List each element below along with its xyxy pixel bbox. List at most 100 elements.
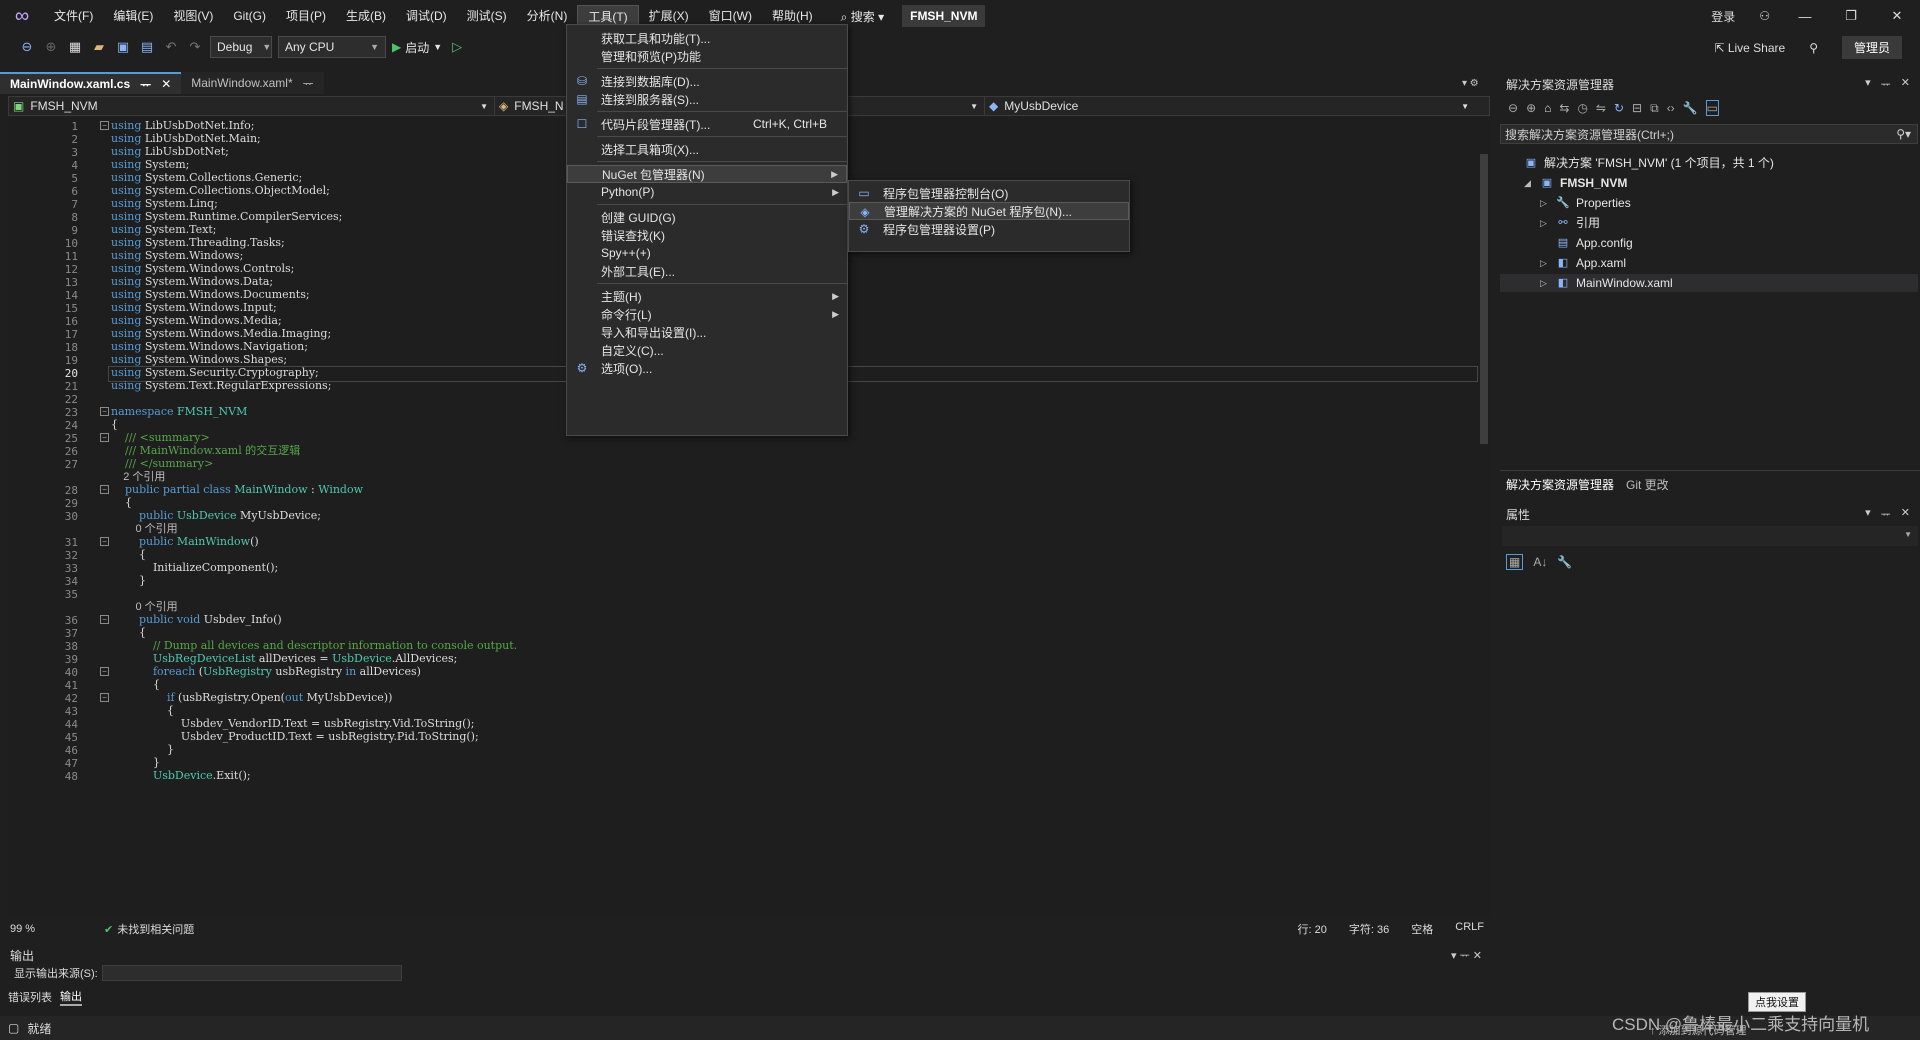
line-ending[interactable]: CRLF xyxy=(1455,921,1484,937)
maximize-button[interactable]: ❐ xyxy=(1828,8,1874,24)
fold-toggle-icon[interactable]: − xyxy=(100,537,109,546)
zoom-level[interactable]: 99 % xyxy=(8,923,64,935)
editor-vertical-scrollbar[interactable] xyxy=(1478,118,1490,918)
pin-icon[interactable]: ᅲ xyxy=(303,75,314,92)
menu-item[interactable]: 调试(D) xyxy=(396,5,457,27)
show-all-files-icon[interactable]: ⧉ xyxy=(1650,101,1659,116)
tree-node[interactable]: ▤ App.config xyxy=(1500,234,1633,252)
expand-arrow-icon[interactable]: ◢ xyxy=(1524,174,1534,192)
menu-item[interactable]: 命令行(L) ▶ xyxy=(567,305,847,323)
fold-toggle-icon[interactable]: − xyxy=(100,615,109,624)
fold-toggle-icon[interactable]: − xyxy=(100,693,109,702)
switch-views-icon[interactable]: ⇆ xyxy=(1559,101,1569,115)
fold-toggle-icon[interactable]: − xyxy=(100,433,109,442)
forward-icon[interactable]: ⊕ xyxy=(42,38,60,56)
solution-search-input[interactable]: 搜索解决方案资源管理器(Ctrl+;) ⚲▾ xyxy=(1500,124,1918,144)
expand-arrow-icon[interactable]: ▷ xyxy=(1540,274,1550,292)
configuration-select[interactable]: Debug ▼ xyxy=(210,36,272,58)
menu-item[interactable]: 生成(B) xyxy=(336,5,396,27)
menu-item[interactable]: Spy++(+) xyxy=(567,244,847,262)
close-icon[interactable]: ✕ xyxy=(1901,76,1910,92)
project-dropdown[interactable]: ▣ FMSH_NVM ▼ xyxy=(9,97,495,115)
menu-item[interactable]: ▭ 程序包管理器控制台(O) xyxy=(849,184,1129,202)
tree-node[interactable]: ▷ ⚯ 引用 xyxy=(1500,214,1600,232)
properties-object-select[interactable]: ▼ xyxy=(1502,526,1918,546)
close-icon[interactable]: ✕ xyxy=(1901,506,1910,522)
collapse-all-icon[interactable]: ⊟ xyxy=(1632,101,1642,115)
menu-item[interactable]: 错误查找(K) xyxy=(567,226,847,244)
new-project-icon[interactable]: ▦ xyxy=(66,38,84,56)
menu-item[interactable]: 获取工具和功能(T)... xyxy=(567,29,847,47)
pending-changes-icon[interactable]: ◷ xyxy=(1577,101,1587,115)
sync-icon[interactable]: ⇋ xyxy=(1596,101,1606,115)
menu-item[interactable]: Python(P) ▶ xyxy=(567,183,847,201)
member-dropdown[interactable]: ◆ MyUsbDevice ▼ xyxy=(985,97,1475,115)
refresh-icon[interactable]: ↻ xyxy=(1614,101,1624,115)
tree-node[interactable]: ▷ ◧ App.xaml xyxy=(1500,254,1626,272)
view-code-icon[interactable]: ‹› xyxy=(1667,101,1675,115)
tab-git-changes[interactable]: Git 更改 xyxy=(1626,476,1669,493)
menu-item[interactable]: NuGet 包管理器(N) ▶ xyxy=(567,165,847,183)
expand-arrow-icon[interactable]: ▷ xyxy=(1540,254,1550,272)
menu-item[interactable]: 创建 GUID(G) xyxy=(567,208,847,226)
pin-icon[interactable]: ᅲ xyxy=(1881,506,1891,522)
property-pages-icon[interactable]: 🔧 xyxy=(1557,555,1572,569)
code-line[interactable]: namespace FMSH_NVM xyxy=(111,404,247,420)
menu-item[interactable]: 测试(S) xyxy=(457,5,517,27)
menu-item[interactable]: 主题(H) ▶ xyxy=(567,287,847,305)
tab-overflow-icon[interactable]: ▾ ⚙ xyxy=(1462,78,1479,89)
scrollbar-thumb[interactable] xyxy=(1480,154,1488,444)
save-icon[interactable]: ▣ xyxy=(114,38,132,56)
fold-toggle-icon[interactable]: − xyxy=(100,485,109,494)
menu-item[interactable]: ⚙ 选项(O)... xyxy=(567,359,847,377)
close-button[interactable]: ✕ xyxy=(1874,8,1920,24)
alphabetical-icon[interactable]: A↓ xyxy=(1533,555,1547,569)
categorized-icon[interactable]: ▦ xyxy=(1506,554,1524,570)
issues-status[interactable]: 未找到相关问题 xyxy=(117,921,194,937)
preview-icon[interactable]: ▭ xyxy=(1705,100,1719,116)
tree-node[interactable]: ▷ 🔧 Properties xyxy=(1500,194,1631,212)
properties-icon[interactable]: 🔧 xyxy=(1683,101,1698,115)
minimize-button[interactable]: — xyxy=(1782,9,1828,24)
tree-node[interactable]: ▷ ◧ MainWindow.xaml xyxy=(1500,274,1918,292)
search-box[interactable]: ⌕ 搜索 ▾ xyxy=(841,8,884,25)
close-icon[interactable]: ✕ xyxy=(161,77,171,91)
code-line[interactable]: UsbDevice.Exit(); xyxy=(111,768,251,784)
live-share-button[interactable]: ⇱ Live Share xyxy=(1714,41,1785,55)
tree-node[interactable]: ◢ ▣ FMSH_NVM xyxy=(1500,174,1627,192)
platform-select[interactable]: Any CPU ▼ xyxy=(278,36,386,58)
back-icon[interactable]: ⊖ xyxy=(1508,101,1518,115)
home-icon[interactable]: ⌂ xyxy=(1544,101,1551,115)
tree-node[interactable]: ▣ 解决方案 'FMSH_NVM' (1 个项目，共 1 个) xyxy=(1500,154,1774,172)
menu-item[interactable]: ⛁ 连接到数据库(D)... xyxy=(567,72,847,90)
tab-error-list[interactable]: 错误列表 xyxy=(8,989,52,1005)
save-all-icon[interactable]: ▤ xyxy=(138,38,156,56)
start-button[interactable]: ▶ 启动 ▼ xyxy=(392,39,442,56)
code-line[interactable]: using System.Text.RegularExpressions; xyxy=(111,378,331,394)
expand-arrow-icon[interactable]: ▷ xyxy=(1540,194,1550,212)
pin-icon[interactable]: ᅲ xyxy=(1881,76,1891,92)
tab-solution-explorer[interactable]: 解决方案资源管理器 xyxy=(1506,476,1614,493)
menu-item[interactable]: 导入和导出设置(I)... xyxy=(567,323,847,341)
menu-item[interactable]: 编辑(E) xyxy=(103,5,163,27)
login-link[interactable]: 登录 xyxy=(1699,8,1747,25)
redo-icon[interactable]: ↷ xyxy=(186,38,204,56)
fold-toggle-icon[interactable]: − xyxy=(100,407,109,416)
chevron-down-icon[interactable]: ▾ xyxy=(1865,76,1871,92)
menu-item[interactable]: 外部工具(E)... xyxy=(567,262,847,280)
tab-mainwindow-xaml-cs[interactable]: MainWindow.xaml.cs ᅲ ✕ xyxy=(0,72,182,94)
undo-icon[interactable]: ↶ xyxy=(162,38,180,56)
settings-tooltip[interactable]: 点我设置 xyxy=(1748,992,1806,1012)
fold-toggle-icon[interactable]: − xyxy=(100,121,109,130)
tab-mainwindow-xaml[interactable]: MainWindow.xaml* ᅲ xyxy=(181,72,324,94)
output-source-select[interactable] xyxy=(101,965,402,981)
panel-controls[interactable]: ▾ ᅲ ✕ xyxy=(1865,506,1910,522)
menu-item[interactable]: Git(G) xyxy=(223,5,276,27)
menu-item[interactable]: 选择工具箱项(X)... xyxy=(567,140,847,158)
menu-item[interactable]: 文件(F) xyxy=(44,5,103,27)
menu-item[interactable]: 自定义(C)... xyxy=(567,341,847,359)
menu-item[interactable]: ◈ 管理解决方案的 NuGet 程序包(N)... xyxy=(849,202,1129,220)
pin-icon[interactable]: ᅲ xyxy=(140,76,151,93)
code-line[interactable]: } xyxy=(111,573,146,589)
open-folder-icon[interactable]: ▰ xyxy=(90,38,108,56)
